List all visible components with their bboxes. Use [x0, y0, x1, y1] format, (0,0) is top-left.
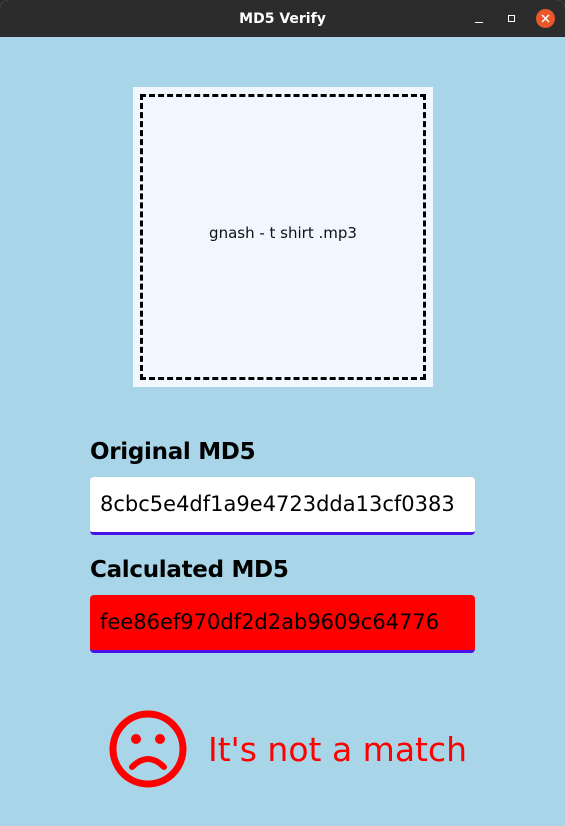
window-title: MD5 Verify [239, 10, 326, 27]
minimize-icon [475, 22, 483, 23]
calculated-md5-value: fee86ef970df2d2ab9609c64776 [100, 610, 440, 634]
close-icon [535, 9, 555, 28]
app-window: MD5 Verify gnash - t shirt .mp3 Original… [0, 0, 565, 826]
sad-face-icon [109, 710, 187, 788]
maximize-icon [507, 15, 515, 22]
minimize-button[interactable] [470, 0, 488, 37]
calculated-md5-field[interactable]: fee86ef970df2d2ab9609c64776 [90, 595, 475, 653]
close-button[interactable] [535, 0, 555, 37]
drop-zone-border: gnash - t shirt .mp3 [140, 94, 426, 380]
original-md5-label: Original MD5 [90, 439, 256, 465]
calculated-md5-label: Calculated MD5 [90, 557, 289, 583]
dropped-file-name: gnash - t shirt .mp3 [209, 224, 357, 242]
maximize-button[interactable] [502, 0, 520, 37]
original-md5-value: 8cbc5e4df1a9e4723dda13cf0383 [100, 492, 455, 516]
result-message: It's not a match [208, 729, 468, 769]
original-md5-field[interactable]: 8cbc5e4df1a9e4723dda13cf0383 [90, 477, 475, 535]
main-content: gnash - t shirt .mp3 Original MD5 8cbc5e… [0, 37, 565, 826]
title-bar[interactable]: MD5 Verify [0, 0, 565, 37]
match-result: It's not a match [108, 709, 467, 789]
file-drop-zone[interactable]: gnash - t shirt .mp3 [133, 87, 433, 387]
